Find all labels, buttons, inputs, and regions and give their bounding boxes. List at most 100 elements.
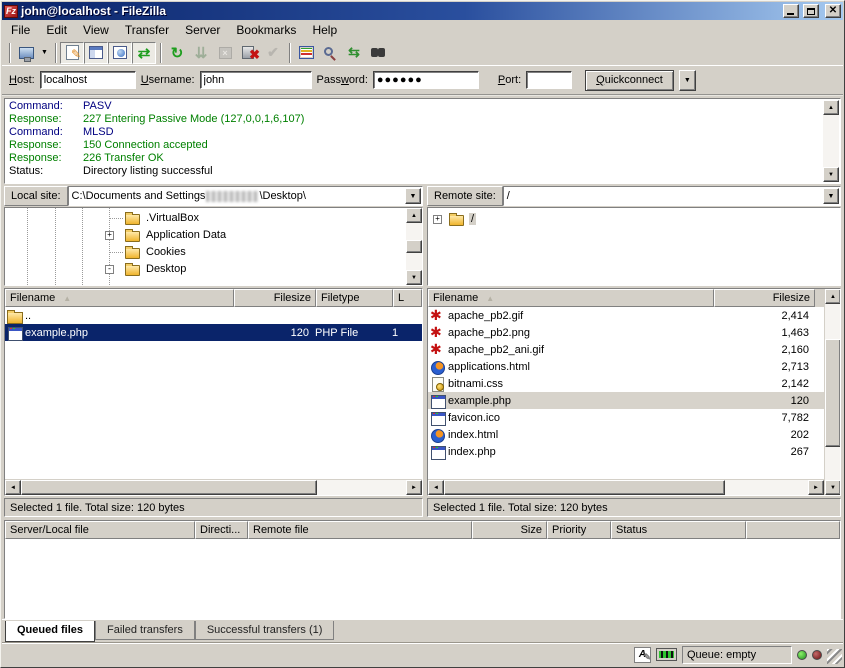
column-header-filesize[interactable]: Filesize (234, 289, 316, 307)
menu-bookmarks[interactable]: Bookmarks (228, 21, 304, 39)
tab-queued-files[interactable]: Queued files (5, 621, 95, 642)
collapse-icon[interactable]: - (105, 265, 114, 274)
scroll-left-icon[interactable]: ◄ (5, 480, 21, 495)
menu-help[interactable]: Help (304, 21, 345, 39)
password-input[interactable] (373, 71, 479, 89)
remote-vertical-scrollbar[interactable]: ▲ ▼ (824, 289, 840, 495)
remote-site-combobox[interactable]: / ▼ (503, 186, 841, 206)
column-header-server-local-file[interactable]: Server/Local file (5, 521, 195, 539)
reconnect-button[interactable]: ✔ (261, 42, 285, 64)
find-button[interactable] (366, 42, 390, 64)
scroll-down-icon[interactable]: ▼ (825, 480, 841, 495)
process-queue-button[interactable]: ⇊ (189, 42, 213, 64)
column-header-filename[interactable]: Filename▲ (5, 289, 234, 307)
scroll-up-icon[interactable]: ▲ (825, 289, 841, 304)
scrollbar-thumb[interactable] (21, 480, 317, 495)
scroll-down-icon[interactable]: ▼ (823, 167, 839, 182)
scrollbar-thumb[interactable] (444, 480, 725, 495)
column-header-direction[interactable]: Directi... (195, 521, 248, 539)
filter-button[interactable] (294, 42, 318, 64)
log-label: Command: (7, 126, 83, 139)
file-row-selected[interactable]: example.php120 (428, 392, 824, 409)
resize-grip[interactable] (827, 649, 842, 664)
tab-failed-transfers[interactable]: Failed transfers (95, 621, 195, 640)
menu-edit[interactable]: Edit (38, 21, 75, 39)
quickconnect-dropdown[interactable]: ▼ (679, 70, 696, 91)
refresh-button[interactable]: ↻ (165, 42, 189, 64)
menu-file[interactable]: File (3, 21, 38, 39)
column-header-priority[interactable]: Priority (547, 521, 611, 539)
tree-item[interactable]: + Application Data (5, 227, 404, 244)
app-icon: Fz (4, 5, 18, 18)
scroll-left-icon[interactable]: ◄ (428, 480, 444, 495)
quickconnect-button[interactable]: Quickconnect (585, 70, 674, 91)
column-header-remote-file[interactable]: Remote file (248, 521, 472, 539)
speedlimit-indicator-icon[interactable] (656, 648, 677, 661)
tree-item[interactable]: .VirtualBox (5, 210, 404, 227)
tree-item[interactable]: Cookies (5, 244, 404, 261)
binoculars-icon (371, 48, 378, 57)
disconnect-button[interactable]: ✖ (237, 42, 261, 64)
cancel-button[interactable]: × (213, 42, 237, 64)
toggle-transfer-queue-button[interactable]: ⇄ (132, 42, 156, 64)
local-tree-scrollbar[interactable]: ▲ ▼ (406, 208, 422, 285)
file-row-selected[interactable]: example.php 120 PHP File 1 (5, 324, 422, 341)
file-row[interactable]: apache_pb2.gif2,414 (428, 307, 824, 324)
username-label: Username: (141, 74, 195, 86)
tree-item[interactable]: - Desktop (5, 261, 404, 278)
scrollbar-thumb[interactable] (825, 339, 841, 447)
port-input[interactable] (526, 71, 572, 89)
site-manager-button[interactable] (14, 42, 38, 64)
column-header-status[interactable]: Status (611, 521, 746, 539)
file-row[interactable]: apache_pb2_ani.gif2,160 (428, 341, 824, 358)
tree-connector (109, 252, 123, 253)
expand-icon[interactable]: + (433, 215, 442, 224)
scrollbar-thumb[interactable] (406, 240, 422, 253)
menu-view[interactable]: View (75, 21, 117, 39)
file-row[interactable]: index.php267 (428, 443, 824, 460)
refresh-icon: ↻ (171, 44, 184, 62)
host-input[interactable] (40, 71, 136, 89)
site-manager-icon (19, 47, 34, 59)
scroll-up-icon[interactable]: ▲ (406, 208, 422, 223)
folder-icon (125, 265, 140, 276)
expand-icon[interactable]: + (105, 231, 114, 240)
log-scrollbar[interactable]: ▲ ▼ (823, 100, 839, 182)
tree-item-root[interactable]: + / (428, 211, 822, 228)
minimize-button[interactable] (783, 4, 799, 18)
file-row[interactable]: apache_pb2.png1,463 (428, 324, 824, 341)
file-row[interactable]: applications.html2,713 (428, 358, 824, 375)
tab-successful-transfers[interactable]: Successful transfers (1) (195, 621, 335, 640)
toggle-message-log-button[interactable]: ✎ (60, 42, 84, 64)
column-header-filename[interactable]: Filename▲ (428, 289, 714, 307)
username-input[interactable] (200, 71, 312, 89)
site-manager-dropdown[interactable]: ▼ (38, 42, 51, 64)
column-header-size[interactable]: Size (472, 521, 547, 539)
menu-server[interactable]: Server (177, 21, 228, 39)
menu-transfer[interactable]: Transfer (117, 21, 177, 39)
chevron-down-icon[interactable]: ▼ (405, 188, 421, 204)
datatype-indicator-icon[interactable]: A (634, 647, 651, 663)
compare-button[interactable] (318, 42, 342, 64)
file-row[interactable]: bitnami.css2,142 (428, 375, 824, 392)
synchronized-browsing-button[interactable]: ⇆ (342, 42, 366, 64)
local-site-combobox[interactable]: C:\Documents and Settings\Desktop\ ▼ (68, 186, 423, 206)
toggle-remote-treeview-button[interactable] (108, 42, 132, 64)
scroll-up-icon[interactable]: ▲ (823, 100, 839, 115)
remote-horizontal-scrollbar[interactable]: ◄ ► (428, 479, 824, 495)
log-label: Response: (7, 152, 83, 165)
file-row[interactable]: favicon.ico7,782 (428, 409, 824, 426)
local-horizontal-scrollbar[interactable]: ◄ ► (5, 479, 422, 495)
scroll-right-icon[interactable]: ► (406, 480, 422, 495)
scroll-right-icon[interactable]: ► (808, 480, 824, 495)
column-header-filetype[interactable]: Filetype (316, 289, 393, 307)
chevron-down-icon[interactable]: ▼ (823, 188, 839, 204)
column-header-lastmodified[interactable]: L (393, 289, 422, 307)
toggle-local-treeview-button[interactable] (84, 42, 108, 64)
maximize-button[interactable] (803, 4, 819, 18)
column-header-filesize[interactable]: Filesize (714, 289, 815, 307)
file-row-parent[interactable]: .. (5, 307, 422, 324)
scroll-down-icon[interactable]: ▼ (406, 270, 422, 285)
file-row[interactable]: index.html202 (428, 426, 824, 443)
close-button[interactable]: ✕ (825, 4, 841, 18)
